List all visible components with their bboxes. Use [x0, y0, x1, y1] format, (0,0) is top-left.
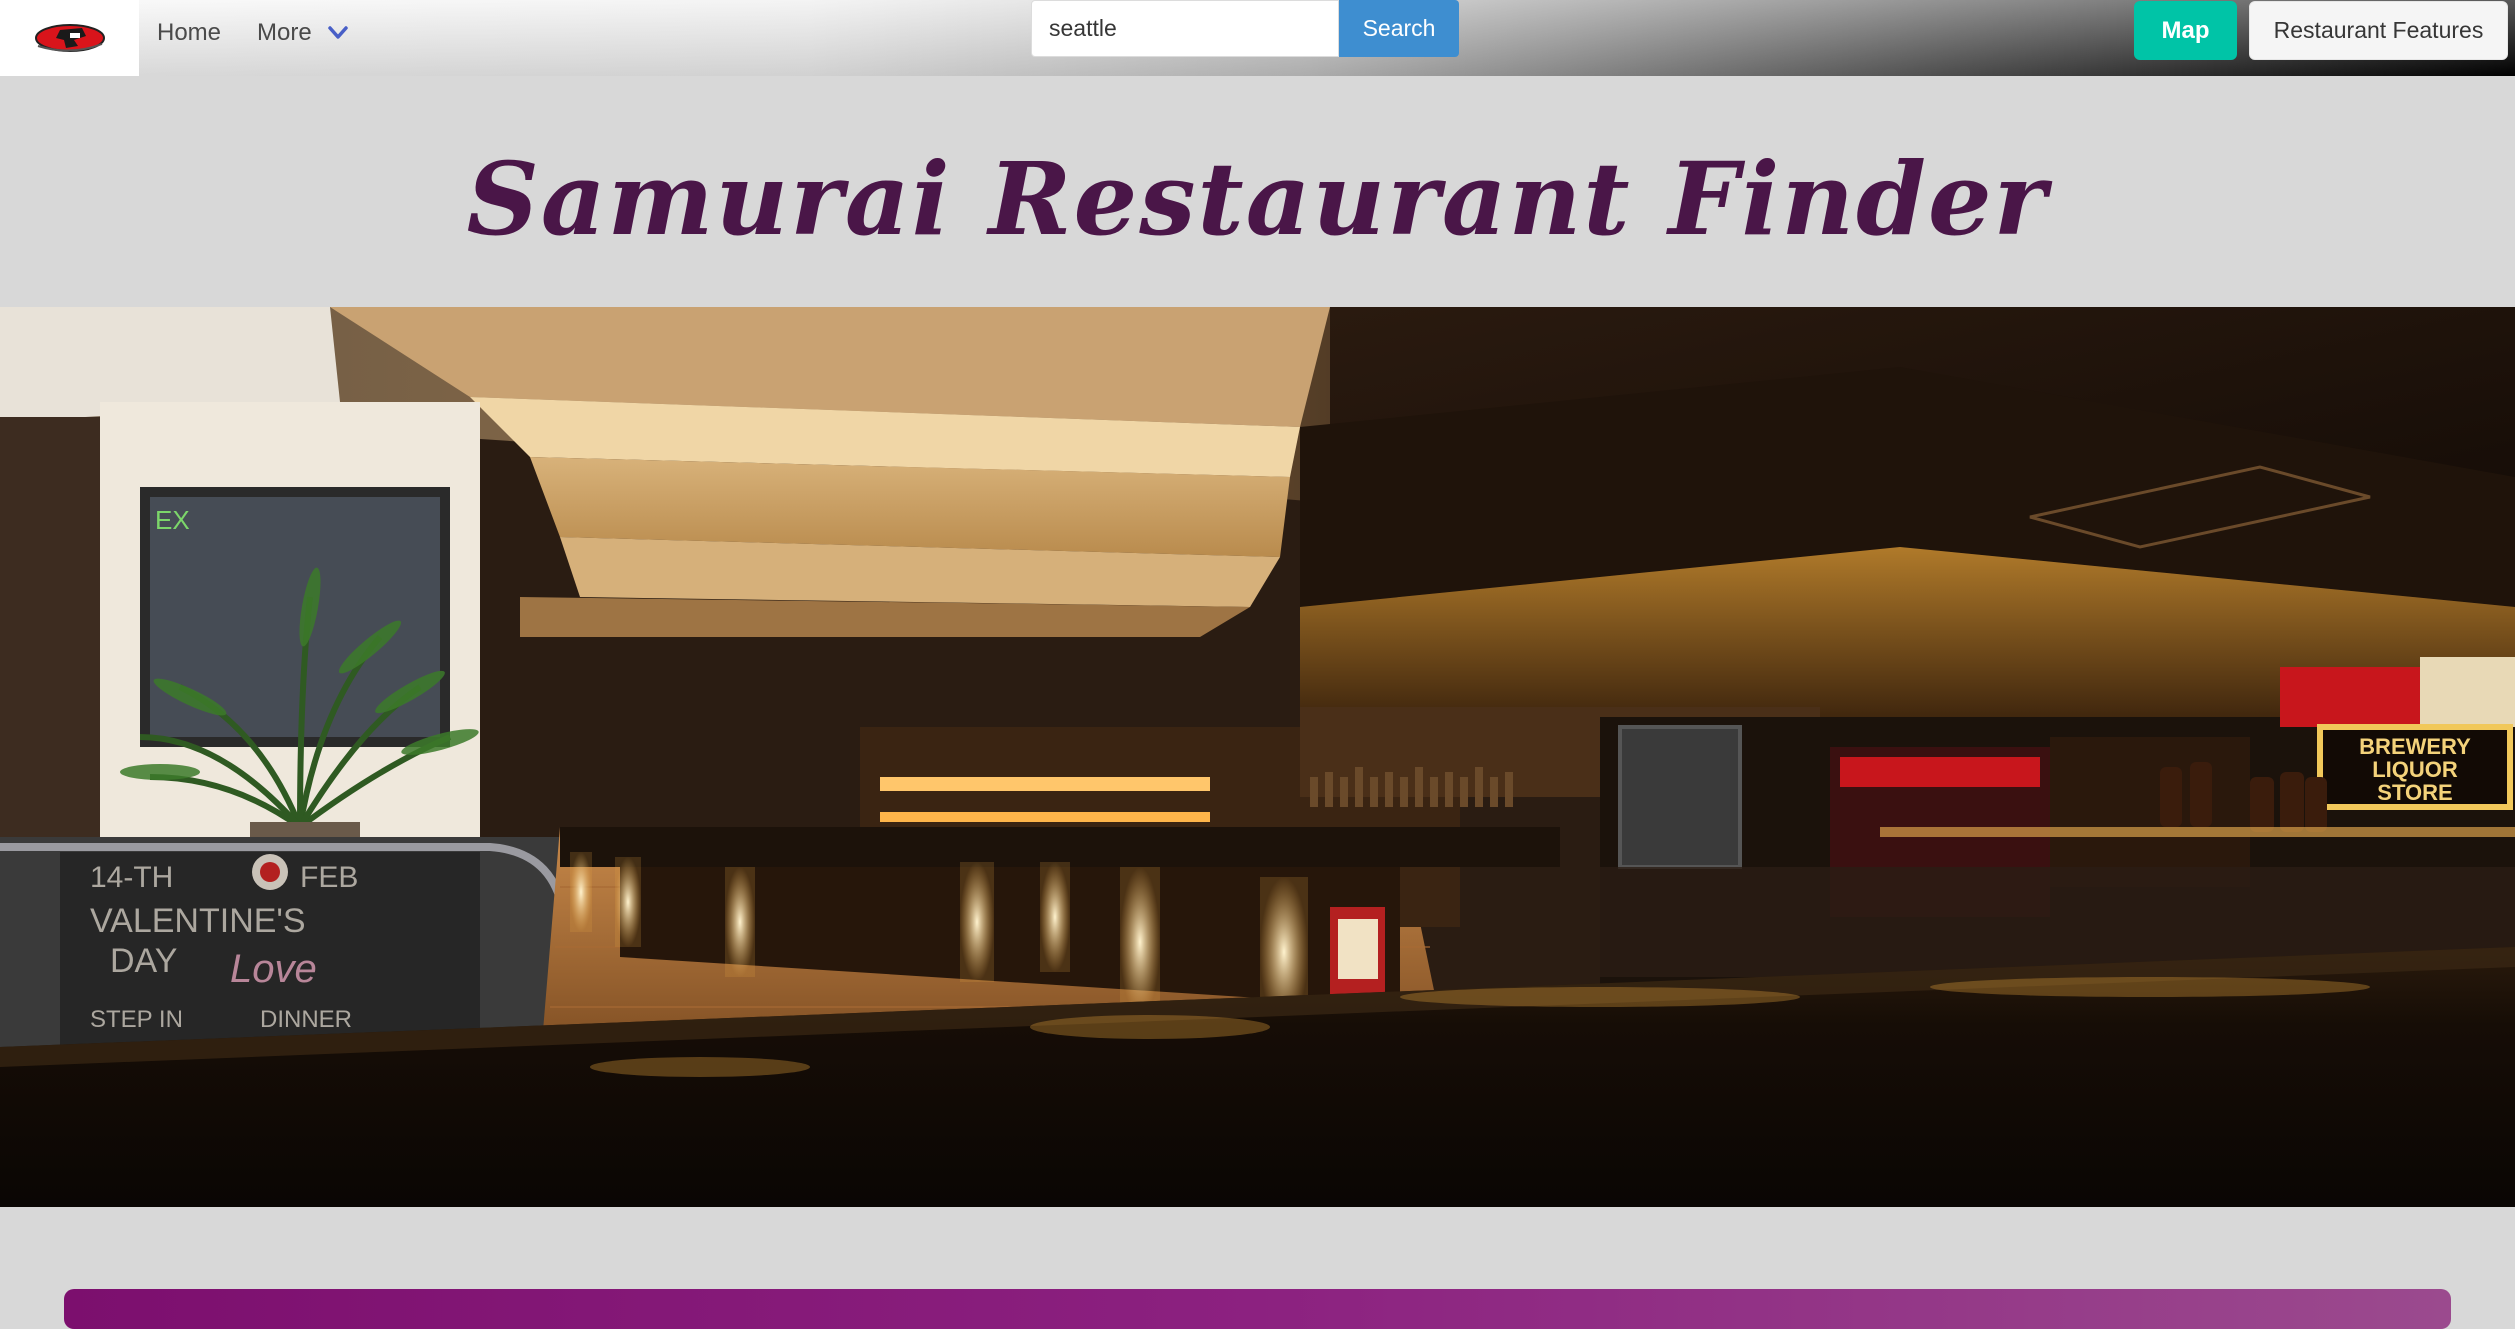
chalk-month: FEB	[300, 861, 358, 894]
hero-restaurant-photo: EX 14-TH FEB VALENTINE'S DAY Love STEP I…	[0, 307, 2515, 1207]
restaurant-interior-image: EX 14-TH FEB VALENTINE'S DAY Love STEP I…	[0, 307, 2515, 1207]
chalk-dinner: DINNER	[260, 1006, 352, 1033]
search-input[interactable]	[1031, 0, 1339, 57]
map-button[interactable]: Map	[2134, 1, 2237, 60]
chevron-down-icon[interactable]	[324, 20, 352, 46]
chalk-love: Love	[230, 947, 317, 991]
page-title: Samurai Restaurant Finder	[466, 140, 2049, 258]
store-sign-line2: LIQUOR	[2372, 757, 2458, 782]
nav-more-dropdown[interactable]: More	[257, 18, 312, 48]
logo-link[interactable]	[0, 0, 139, 76]
nav-home-link[interactable]: Home	[157, 18, 221, 48]
chalk-date: 14-TH	[90, 861, 173, 894]
store-sign-line1: BREWERY	[2359, 734, 2471, 759]
chalk-valentine: VALENTINE'S	[90, 902, 306, 940]
results-banner	[64, 1289, 2451, 1329]
chalk-step-in: STEP IN	[90, 1006, 183, 1033]
exit-sign: EX	[155, 505, 190, 535]
search-button[interactable]: Search	[1339, 0, 1459, 57]
restaurant-features-button[interactable]: Restaurant Features	[2249, 1, 2508, 60]
store-sign-line3: STORE	[2377, 780, 2452, 805]
top-navbar: Home More Search Map Restaurant Features	[0, 0, 2515, 76]
samurai-logo-icon	[34, 24, 105, 52]
chalk-day: DAY	[110, 942, 177, 980]
